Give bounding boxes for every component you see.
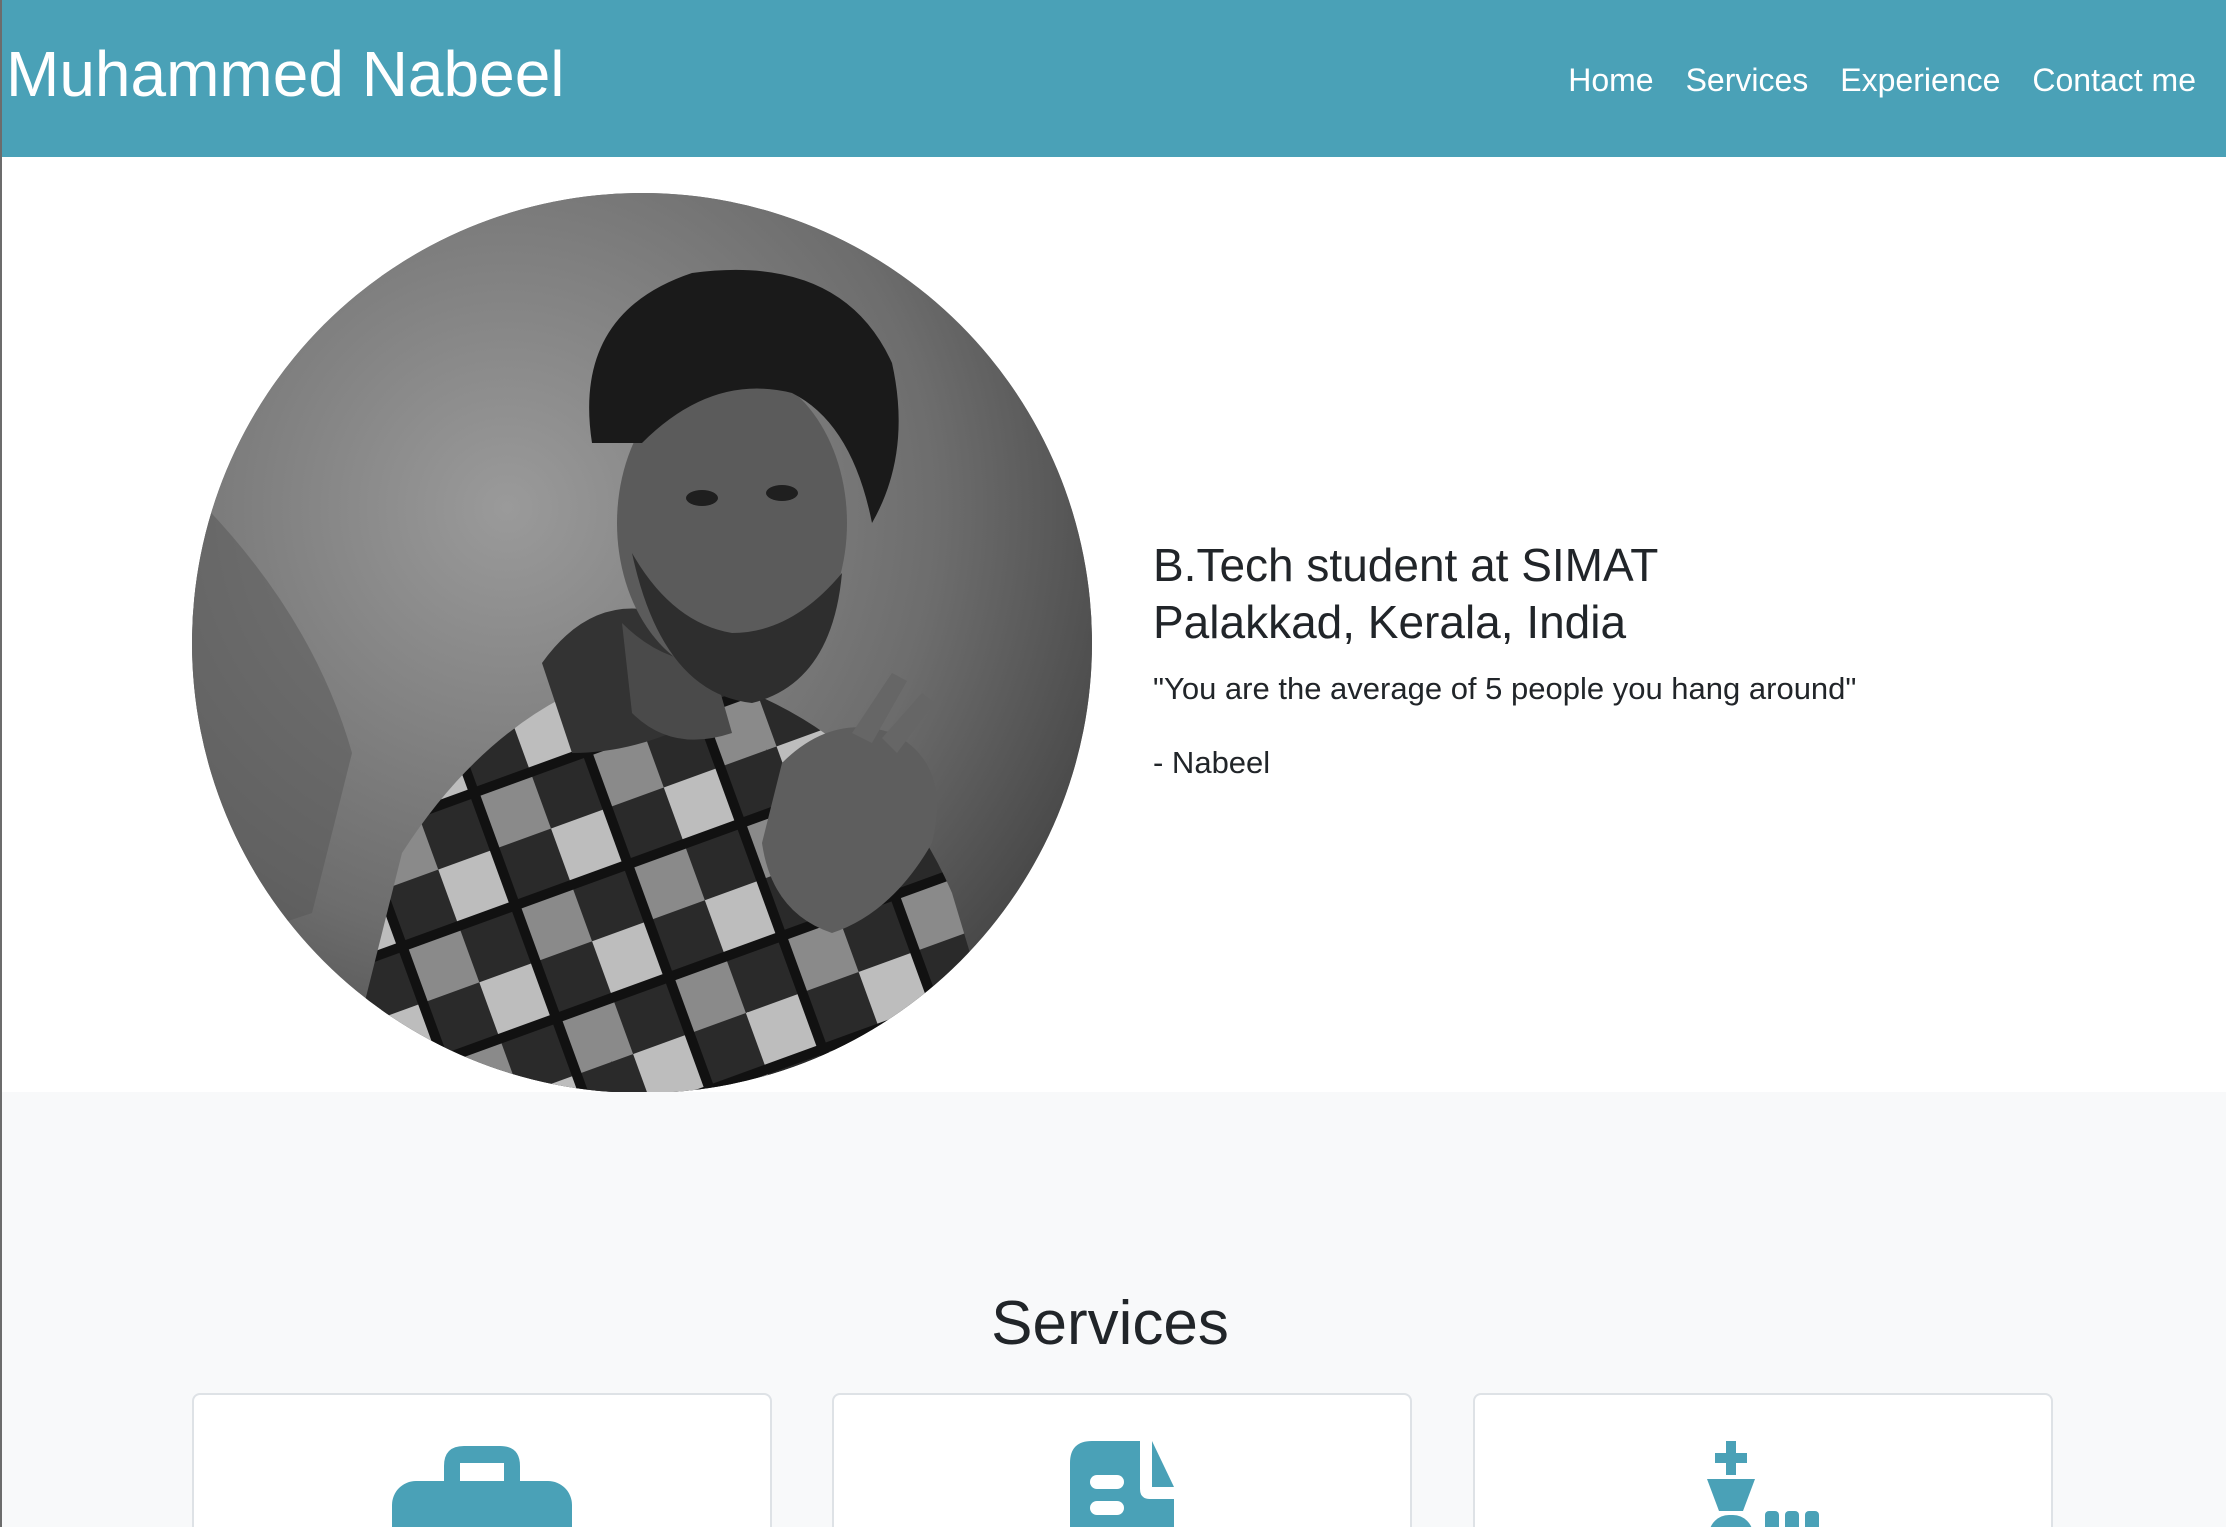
service-card-2[interactable] [832, 1393, 1412, 1527]
profile-photo [192, 193, 1092, 1093]
service-card-1[interactable] [192, 1393, 772, 1527]
nav-links: Home Services Experience Contact me [1568, 56, 2196, 104]
hero-signature: - Nabeel [1153, 745, 1271, 780]
nav-home-link[interactable]: Home [1568, 56, 1653, 104]
hero-section: B.Tech student at SIMAT Palakkad, Kerala… [2, 157, 2226, 1093]
nav-contact-link[interactable]: Contact me [2032, 56, 2196, 104]
services-title: Services [991, 1289, 1229, 1358]
hero-text: B.Tech student at SIMAT Palakkad, Kerala… [1153, 537, 2103, 783]
nav-experience-link[interactable]: Experience [1840, 56, 2000, 104]
services-section: Services [2, 1092, 2226, 1527]
service-card-3[interactable] [1473, 1393, 2053, 1527]
document-icon [1022, 1441, 1222, 1527]
navbar: Muhammed Nabeel Home Services Experience… [2, 0, 2226, 157]
brand-link[interactable]: Muhammed Nabeel [6, 34, 565, 114]
profile-photo-illustration [192, 193, 1092, 1093]
briefcase-icon [382, 1441, 582, 1527]
nav-services-link[interactable]: Services [1686, 56, 1809, 104]
hero-quote: "You are the average of 5 people you han… [1153, 671, 1857, 706]
hero-title-line-1: B.Tech student at SIMAT [1153, 539, 1659, 591]
hero-title-line-2: Palakkad, Kerala, India [1153, 596, 1627, 648]
page: Muhammed Nabeel Home Services Experience… [0, 0, 2226, 1527]
chess-icon [1663, 1441, 1863, 1527]
